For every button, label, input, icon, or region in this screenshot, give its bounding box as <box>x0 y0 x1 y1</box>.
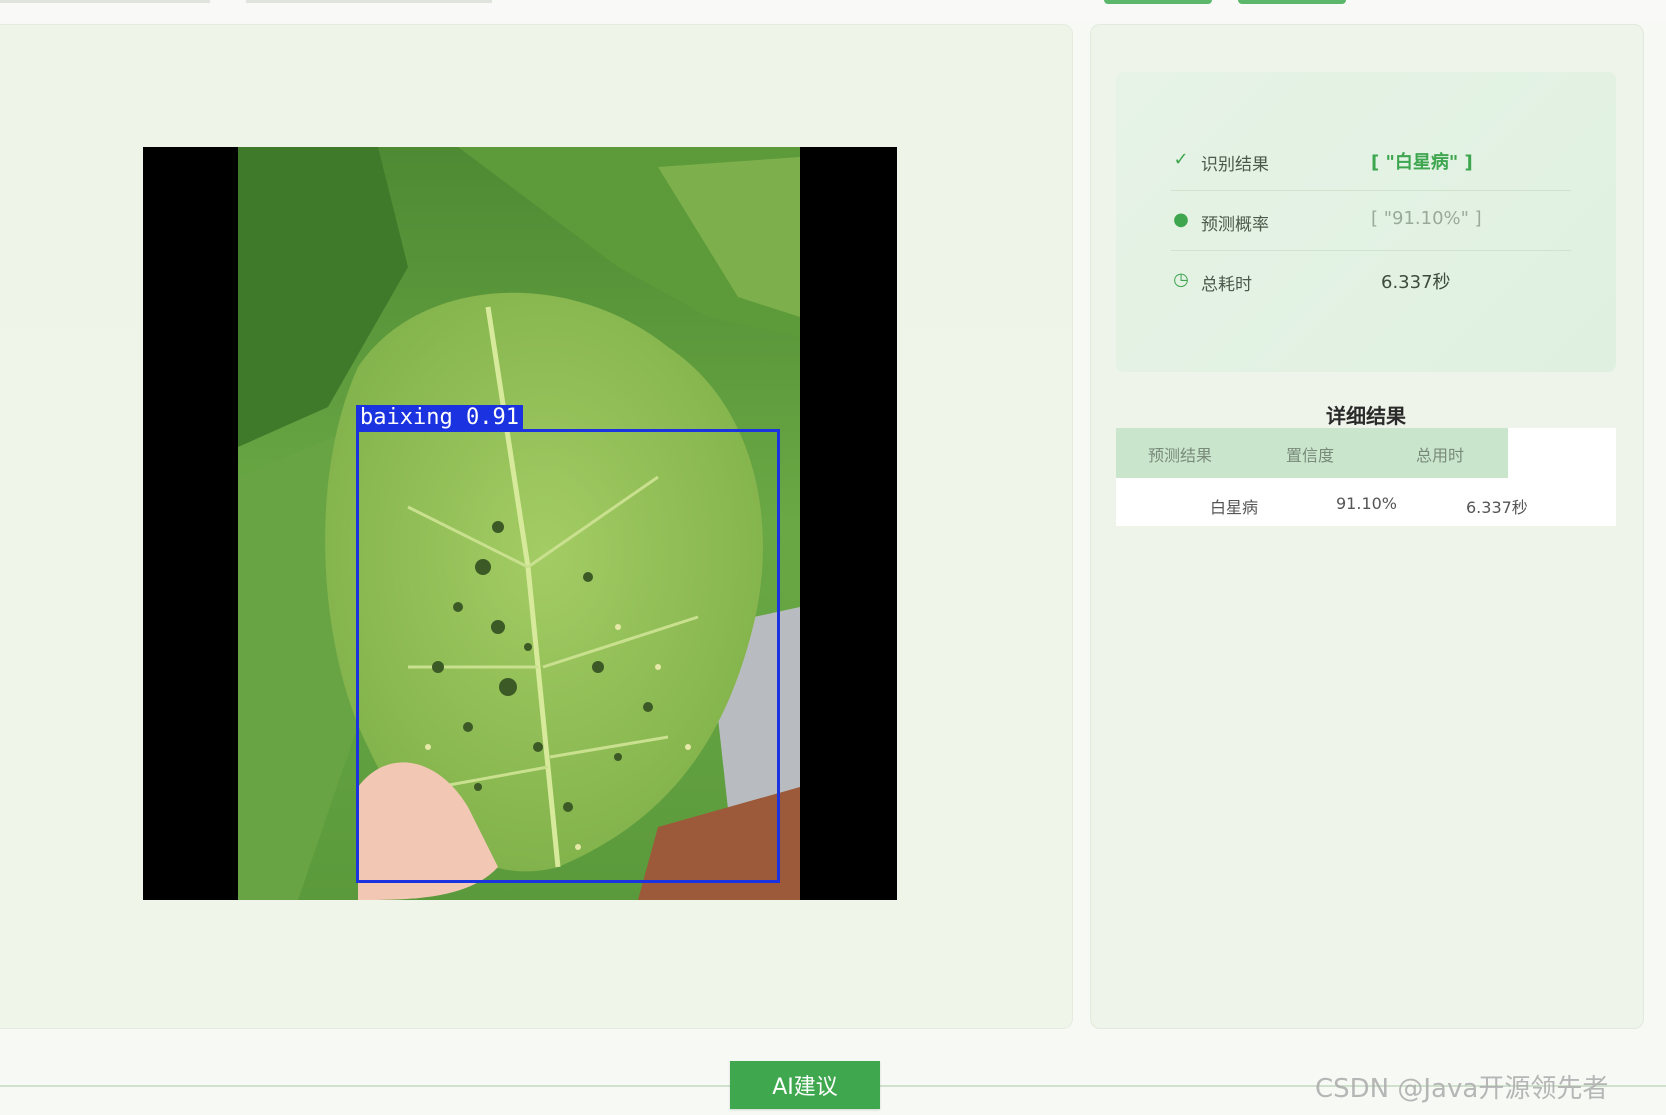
column-header: 置信度 <box>1286 446 1335 465</box>
top-button-remnant-1[interactable] <box>1104 0 1212 4</box>
summary-row-probability: ● 预测概率 [ "91.10%" ] <box>1171 190 1571 251</box>
column-header: 总用时 <box>1416 446 1465 465</box>
detail-results-title: 详细结果 <box>1326 404 1406 428</box>
total-time-value: 6.337秒 <box>1381 272 1451 293</box>
top-input-remnant[interactable] <box>0 0 210 3</box>
result-summary-card: ✓ 识别结果 [ "白星病" ] ● 预测概率 [ "91.10%" ] ◷ 总… <box>1116 72 1616 372</box>
top-toolbar <box>0 0 1666 22</box>
check-icon: ✓ <box>1173 149 1189 170</box>
clock-icon: ◷ <box>1173 269 1189 290</box>
table-cell: 6.337秒 <box>1466 498 1528 517</box>
summary-row-time: ◷ 总耗时 6.337秒 <box>1171 250 1571 310</box>
summary-label: 识别结果 <box>1201 155 1269 175</box>
detection-label: baixing 0.91 <box>356 405 523 431</box>
location-pin-icon: ● <box>1173 209 1189 230</box>
summary-label: 总耗时 <box>1201 275 1252 295</box>
probability-value: [ "91.10%" ] <box>1371 208 1482 229</box>
ai-advice-button[interactable]: AI建议 <box>730 1061 880 1109</box>
detection-bounding-box <box>356 429 780 883</box>
recognition-result-value: [ "白星病" ] <box>1371 152 1473 173</box>
summary-label: 预测概率 <box>1201 215 1269 235</box>
detail-results-table: 预测结果 置信度 总用时 白星病 91.10% 6.337秒 <box>1116 428 1616 526</box>
top-button-remnant-2[interactable] <box>1238 0 1346 4</box>
column-header: 预测结果 <box>1148 446 1213 465</box>
top-select-remnant[interactable] <box>246 0 492 3</box>
table-header: 预测结果 置信度 总用时 <box>1116 428 1508 478</box>
watermark: CSDN @Java开源领先者 <box>1315 1074 1609 1104</box>
table-cell: 91.10% <box>1336 494 1398 513</box>
summary-row-result: ✓ 识别结果 [ "白星病" ] <box>1171 130 1571 191</box>
table-cell: 白星病 <box>1210 498 1259 517</box>
